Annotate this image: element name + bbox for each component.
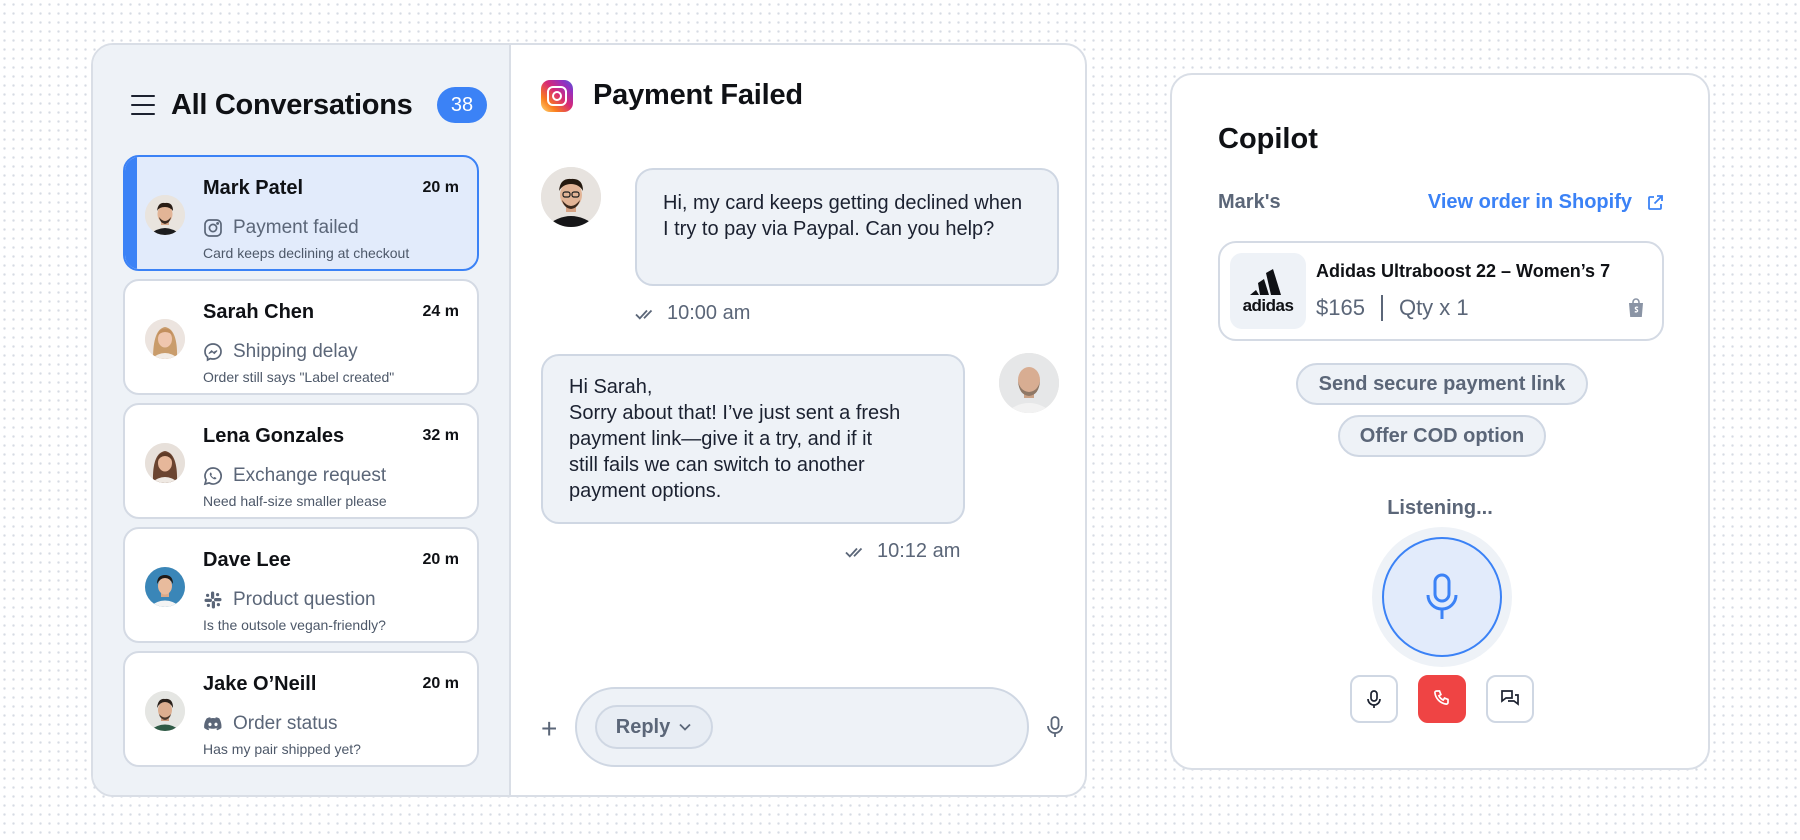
shopify-bag-icon <box>1629 298 1643 317</box>
messenger-icon <box>203 342 223 362</box>
message-bubble-customer: Hi, my card keeps getting declined when … <box>635 168 1059 286</box>
avatar <box>145 195 185 235</box>
menu-icon[interactable] <box>131 95 155 115</box>
divider <box>1380 295 1383 321</box>
chat-title: Payment Failed <box>593 79 803 111</box>
avatar <box>145 691 185 731</box>
product-quantity: Qty x 1 <box>1398 295 1469 320</box>
send-secure-payment-link-button[interactable]: Send secure payment link <box>1296 363 1588 405</box>
conversation-time: 20 m <box>422 675 459 692</box>
whatsapp-icon <box>203 466 223 486</box>
conversation-item[interactable]: Jake O’Neill 20 m Order status Has my pa… <box>123 651 479 767</box>
phone-icon <box>1434 690 1449 705</box>
conversation-sidebar: All Conversations 38 Mark Patel 20 m Pay… <box>93 45 511 795</box>
conversation-item[interactable]: Lena Gonzales 32 m Exchange request Need… <box>123 403 479 519</box>
sidebar-title: All Conversations <box>171 88 413 121</box>
slack-icon <box>203 590 223 610</box>
end-call-button[interactable] <box>1418 675 1466 723</box>
conversation-item[interactable]: Sarah Chen 24 m Shipping delay Order sti… <box>123 279 479 395</box>
view-order-in-shopify-link[interactable]: View order in Shopify <box>1428 191 1664 214</box>
conversation-name: Mark Patel <box>203 177 304 199</box>
conversation-subject: Order status <box>233 713 338 734</box>
add-attachment-icon[interactable]: + <box>541 715 557 743</box>
sidebar-header: All Conversations 38 <box>131 77 487 133</box>
conversation-preview: Has my pair shipped yet? <box>203 741 361 757</box>
conversation-subject: Shipping delay <box>233 341 358 362</box>
conversation-subject: Exchange request <box>233 465 387 486</box>
conversation-subject: Payment failed <box>233 217 359 238</box>
instagram-icon <box>203 218 223 238</box>
conversation-preview: Need half-size smaller please <box>203 493 387 509</box>
conversation-name: Jake O’Neill <box>203 673 317 695</box>
conversation-item[interactable]: Dave Lee 20 m Product question Is the ou… <box>123 527 479 643</box>
copilot-panel: Copilot Mark's View order in Shopify adi… <box>1170 73 1710 770</box>
voice-input-button[interactable] <box>1382 537 1502 657</box>
message-time: 10:12 am <box>877 540 961 562</box>
copilot-title: Copilot <box>1218 123 1318 155</box>
conversation-subject-row: Shipping delay <box>203 341 358 363</box>
product-thumbnail: adidas <box>1230 253 1306 329</box>
avatar <box>145 567 185 607</box>
message-status: 10:12 am <box>845 540 960 563</box>
discord-icon <box>203 714 223 734</box>
conversation-subject-row: Exchange request <box>203 465 386 487</box>
mute-button[interactable] <box>1350 675 1398 723</box>
conversation-name: Lena Gonzales <box>203 425 345 447</box>
order-card[interactable]: adidas Adidas Ultraboost 22 – Women’s 7 … <box>1218 241 1664 341</box>
conversation-count-badge: 38 <box>437 87 487 123</box>
conversation-preview: Is the outsole vegan-friendly? <box>203 617 386 633</box>
conversation-subject-row: Payment failed <box>203 217 359 239</box>
chat-header: Payment Failed <box>541 79 803 112</box>
adidas-logo-icon <box>1250 268 1281 295</box>
message-line: payment options. <box>569 480 722 502</box>
avatar <box>145 319 185 359</box>
offer-cod-option-button[interactable]: Offer COD option <box>1338 415 1546 457</box>
conversation-subject-row: Product question <box>203 589 376 611</box>
message-line: payment link—give it a try, and if it <box>569 428 873 450</box>
product-price: $165 <box>1316 295 1365 320</box>
product-meta: $165 Qty x 1 <box>1316 295 1469 321</box>
conversation-time: 20 m <box>422 179 459 196</box>
customer-avatar <box>541 167 601 227</box>
conversation-item[interactable]: Mark Patel 20 m Payment failed Card keep… <box>123 155 479 271</box>
conversation-preview: Order still says "Label created" <box>203 369 395 385</box>
microphone-icon <box>1426 573 1458 619</box>
shopify-link-label: View order in Shopify <box>1427 191 1632 213</box>
chevron-down-icon <box>679 723 691 731</box>
message-bubble-agent: Hi Sarah, Sorry about that! I’ve just se… <box>541 354 965 524</box>
inbox-window: All Conversations 38 Mark Patel 20 m Pay… <box>91 43 1087 797</box>
chat-bubbles-icon <box>1501 690 1519 706</box>
message-line: Sorry about that! I’ve just sent a fresh <box>569 402 901 424</box>
conversation-name: Dave Lee <box>203 549 291 571</box>
conversation-time: 24 m <box>422 303 459 320</box>
agent-avatar <box>999 353 1059 413</box>
message-composer[interactable]: Reply <box>575 687 1029 767</box>
avatar <box>145 443 185 483</box>
reply-label: Reply <box>615 715 671 738</box>
message-status: 10:00 am <box>635 302 750 325</box>
conversation-name: Sarah Chen <box>203 301 315 323</box>
message-time: 10:00 am <box>667 302 751 324</box>
external-link-icon <box>1648 194 1663 210</box>
product-name: Adidas Ultraboost 22 – Women’s 7 <box>1316 261 1611 281</box>
message-line: Hi Sarah, <box>569 376 653 398</box>
conversation-subject-row: Order status <box>203 713 338 735</box>
conversation-preview: Card keeps declining at checkout <box>203 245 410 261</box>
microphone-icon[interactable] <box>1045 715 1065 739</box>
customer-label: Mark's <box>1218 191 1281 213</box>
brand-label: adidas <box>1242 295 1294 315</box>
instagram-icon <box>541 79 573 112</box>
conversation-time: 20 m <box>422 551 459 568</box>
reply-mode-dropdown[interactable]: Reply <box>595 705 713 749</box>
listening-status: Listening... <box>1387 497 1493 519</box>
microphone-icon <box>1367 690 1381 708</box>
transcript-button[interactable] <box>1486 675 1534 723</box>
conversation-time: 32 m <box>422 427 459 444</box>
conversation-subject: Product question <box>233 589 376 610</box>
chat-panel: Payment Failed Hi, my card keeps getting… <box>511 45 1085 795</box>
conversation-list: Mark Patel 20 m Payment failed Card keep… <box>123 155 479 775</box>
message-line: still fails we can switch to another <box>569 454 865 476</box>
